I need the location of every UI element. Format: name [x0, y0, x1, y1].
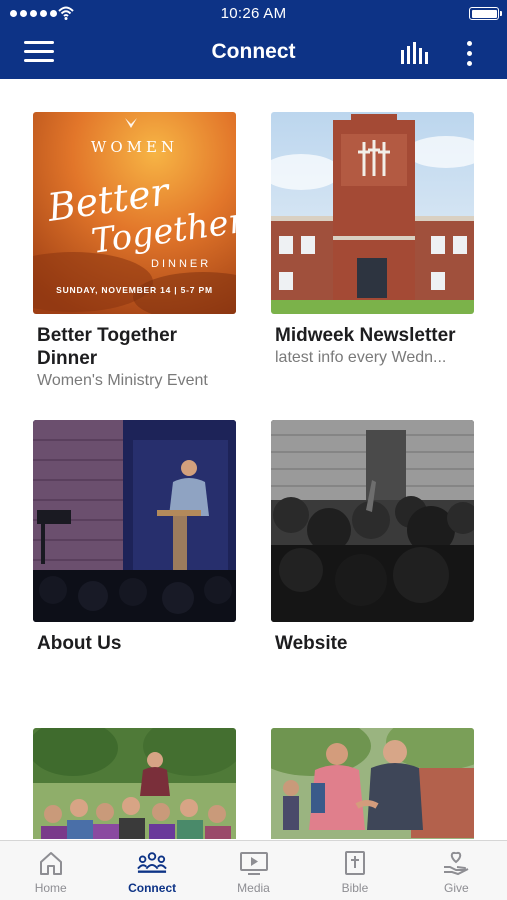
giving-hand-icon — [441, 849, 471, 877]
tab-label: Media — [237, 881, 270, 895]
status-time: 10:26 AM — [220, 5, 287, 22]
church-building-image — [271, 112, 474, 314]
card-about-us[interactable]: About Us — [33, 420, 236, 655]
status-bar: 10:26 AM — [0, 0, 507, 28]
tab-label: Bible — [341, 881, 369, 895]
card-title: Website — [275, 633, 348, 654]
card-subtitle: latest info every Wedn... — [275, 349, 447, 366]
bottom-tab-bar: Home Connect Media Bible Give — [0, 840, 507, 900]
handshake-image — [271, 728, 474, 839]
card-title: Better Together Dinner — [37, 325, 178, 369]
card-title: Midweek Newsletter — [275, 325, 456, 346]
tab-bible[interactable]: Bible — [304, 841, 405, 900]
youth-group-image — [33, 728, 236, 839]
tab-label: Connect — [128, 881, 177, 895]
bible-cross-icon — [340, 849, 370, 877]
pastor-preaching-image — [33, 420, 236, 622]
connect-grid: WOMEN Better Together DINNER SUNDAY, NOV… — [0, 79, 507, 839]
app-header: 10:26 AM Connect — [0, 0, 507, 79]
tab-label: Give — [443, 881, 469, 895]
more-options-icon[interactable] — [460, 38, 478, 68]
audio-bars-icon[interactable] — [399, 42, 431, 64]
people-icon — [137, 849, 167, 877]
card-fellowship[interactable] — [271, 728, 474, 839]
battery-icon — [469, 7, 502, 20]
tab-give[interactable]: Give — [406, 841, 507, 900]
tab-home[interactable]: Home — [0, 841, 101, 900]
card-website[interactable]: Website — [271, 420, 474, 655]
flyer-date: SUNDAY, NOVEMBER 14 | 5-7 PM — [56, 285, 213, 295]
tv-play-icon — [239, 849, 269, 877]
card-subtitle: Women's Ministry Event — [37, 372, 208, 389]
tab-label: Home — [34, 881, 67, 895]
event-flyer-image: WOMEN Better Together DINNER SUNDAY, NOV… — [33, 112, 236, 314]
tab-media[interactable]: Media — [203, 841, 304, 900]
card-better-together-dinner[interactable]: WOMEN Better Together DINNER SUNDAY, NOV… — [33, 112, 236, 391]
flyer-subheading: DINNER — [151, 258, 212, 270]
home-icon — [36, 849, 66, 877]
worship-crowd-image — [271, 420, 474, 622]
card-title: About Us — [37, 633, 122, 654]
card-youth-group[interactable] — [33, 728, 236, 839]
card-midweek-newsletter[interactable]: Midweek Newsletter latest info every Wed… — [271, 112, 474, 368]
tab-connect[interactable]: Connect — [101, 841, 202, 900]
flyer-heading: WOMEN — [90, 138, 179, 156]
